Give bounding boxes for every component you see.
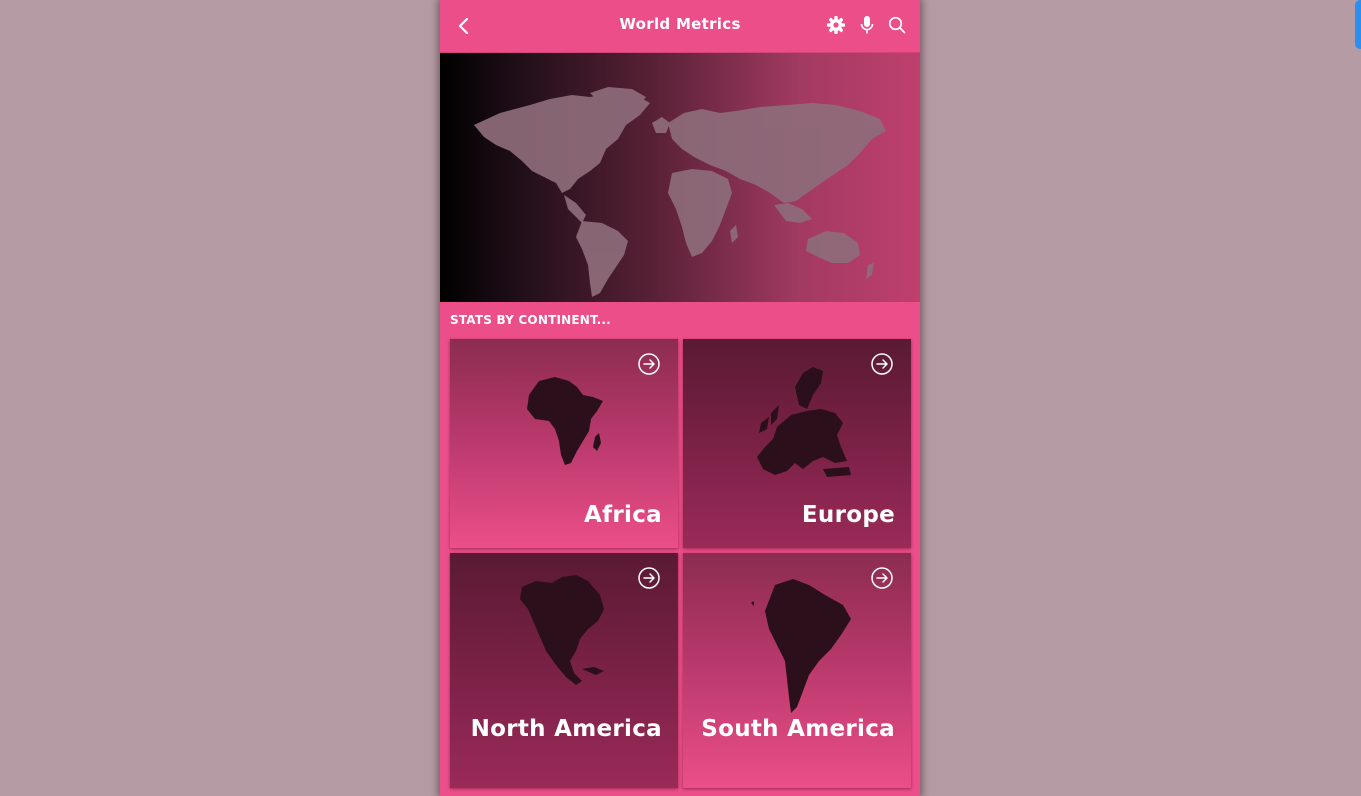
arrow-right-circle-icon[interactable] (870, 566, 894, 590)
north-america-map-icon (520, 575, 604, 685)
south-america-map-icon (751, 579, 851, 713)
world-map-banner (440, 53, 920, 302)
continent-card-south-america[interactable]: South America (683, 553, 911, 788)
section-title: STATS BY CONTINENT... (450, 313, 611, 327)
card-label: South America (701, 716, 895, 742)
arrow-right-circle-icon[interactable] (637, 352, 661, 376)
search-icon[interactable] (885, 13, 909, 37)
app-window: World Metrics STATS BY CONTINENT... Afri… (440, 0, 920, 796)
scrollbar-thumb[interactable] (1355, 0, 1361, 49)
page-title: World Metrics (619, 15, 741, 33)
continent-card-africa[interactable]: Africa (450, 339, 678, 548)
continent-card-north-america[interactable]: North America (450, 553, 678, 788)
arrow-right-circle-icon[interactable] (637, 566, 661, 590)
card-label: Africa (584, 502, 662, 528)
world-map-image (474, 87, 886, 297)
gear-icon[interactable] (824, 13, 848, 37)
arrow-right-circle-icon[interactable] (870, 352, 894, 376)
africa-map-icon (527, 377, 603, 465)
app-bar: World Metrics (440, 0, 920, 53)
microphone-icon[interactable] (855, 13, 879, 37)
card-label: North America (470, 716, 662, 742)
card-label: Europe (801, 502, 895, 528)
continent-card-europe[interactable]: Europe (683, 339, 911, 548)
europe-map-icon (757, 367, 851, 477)
